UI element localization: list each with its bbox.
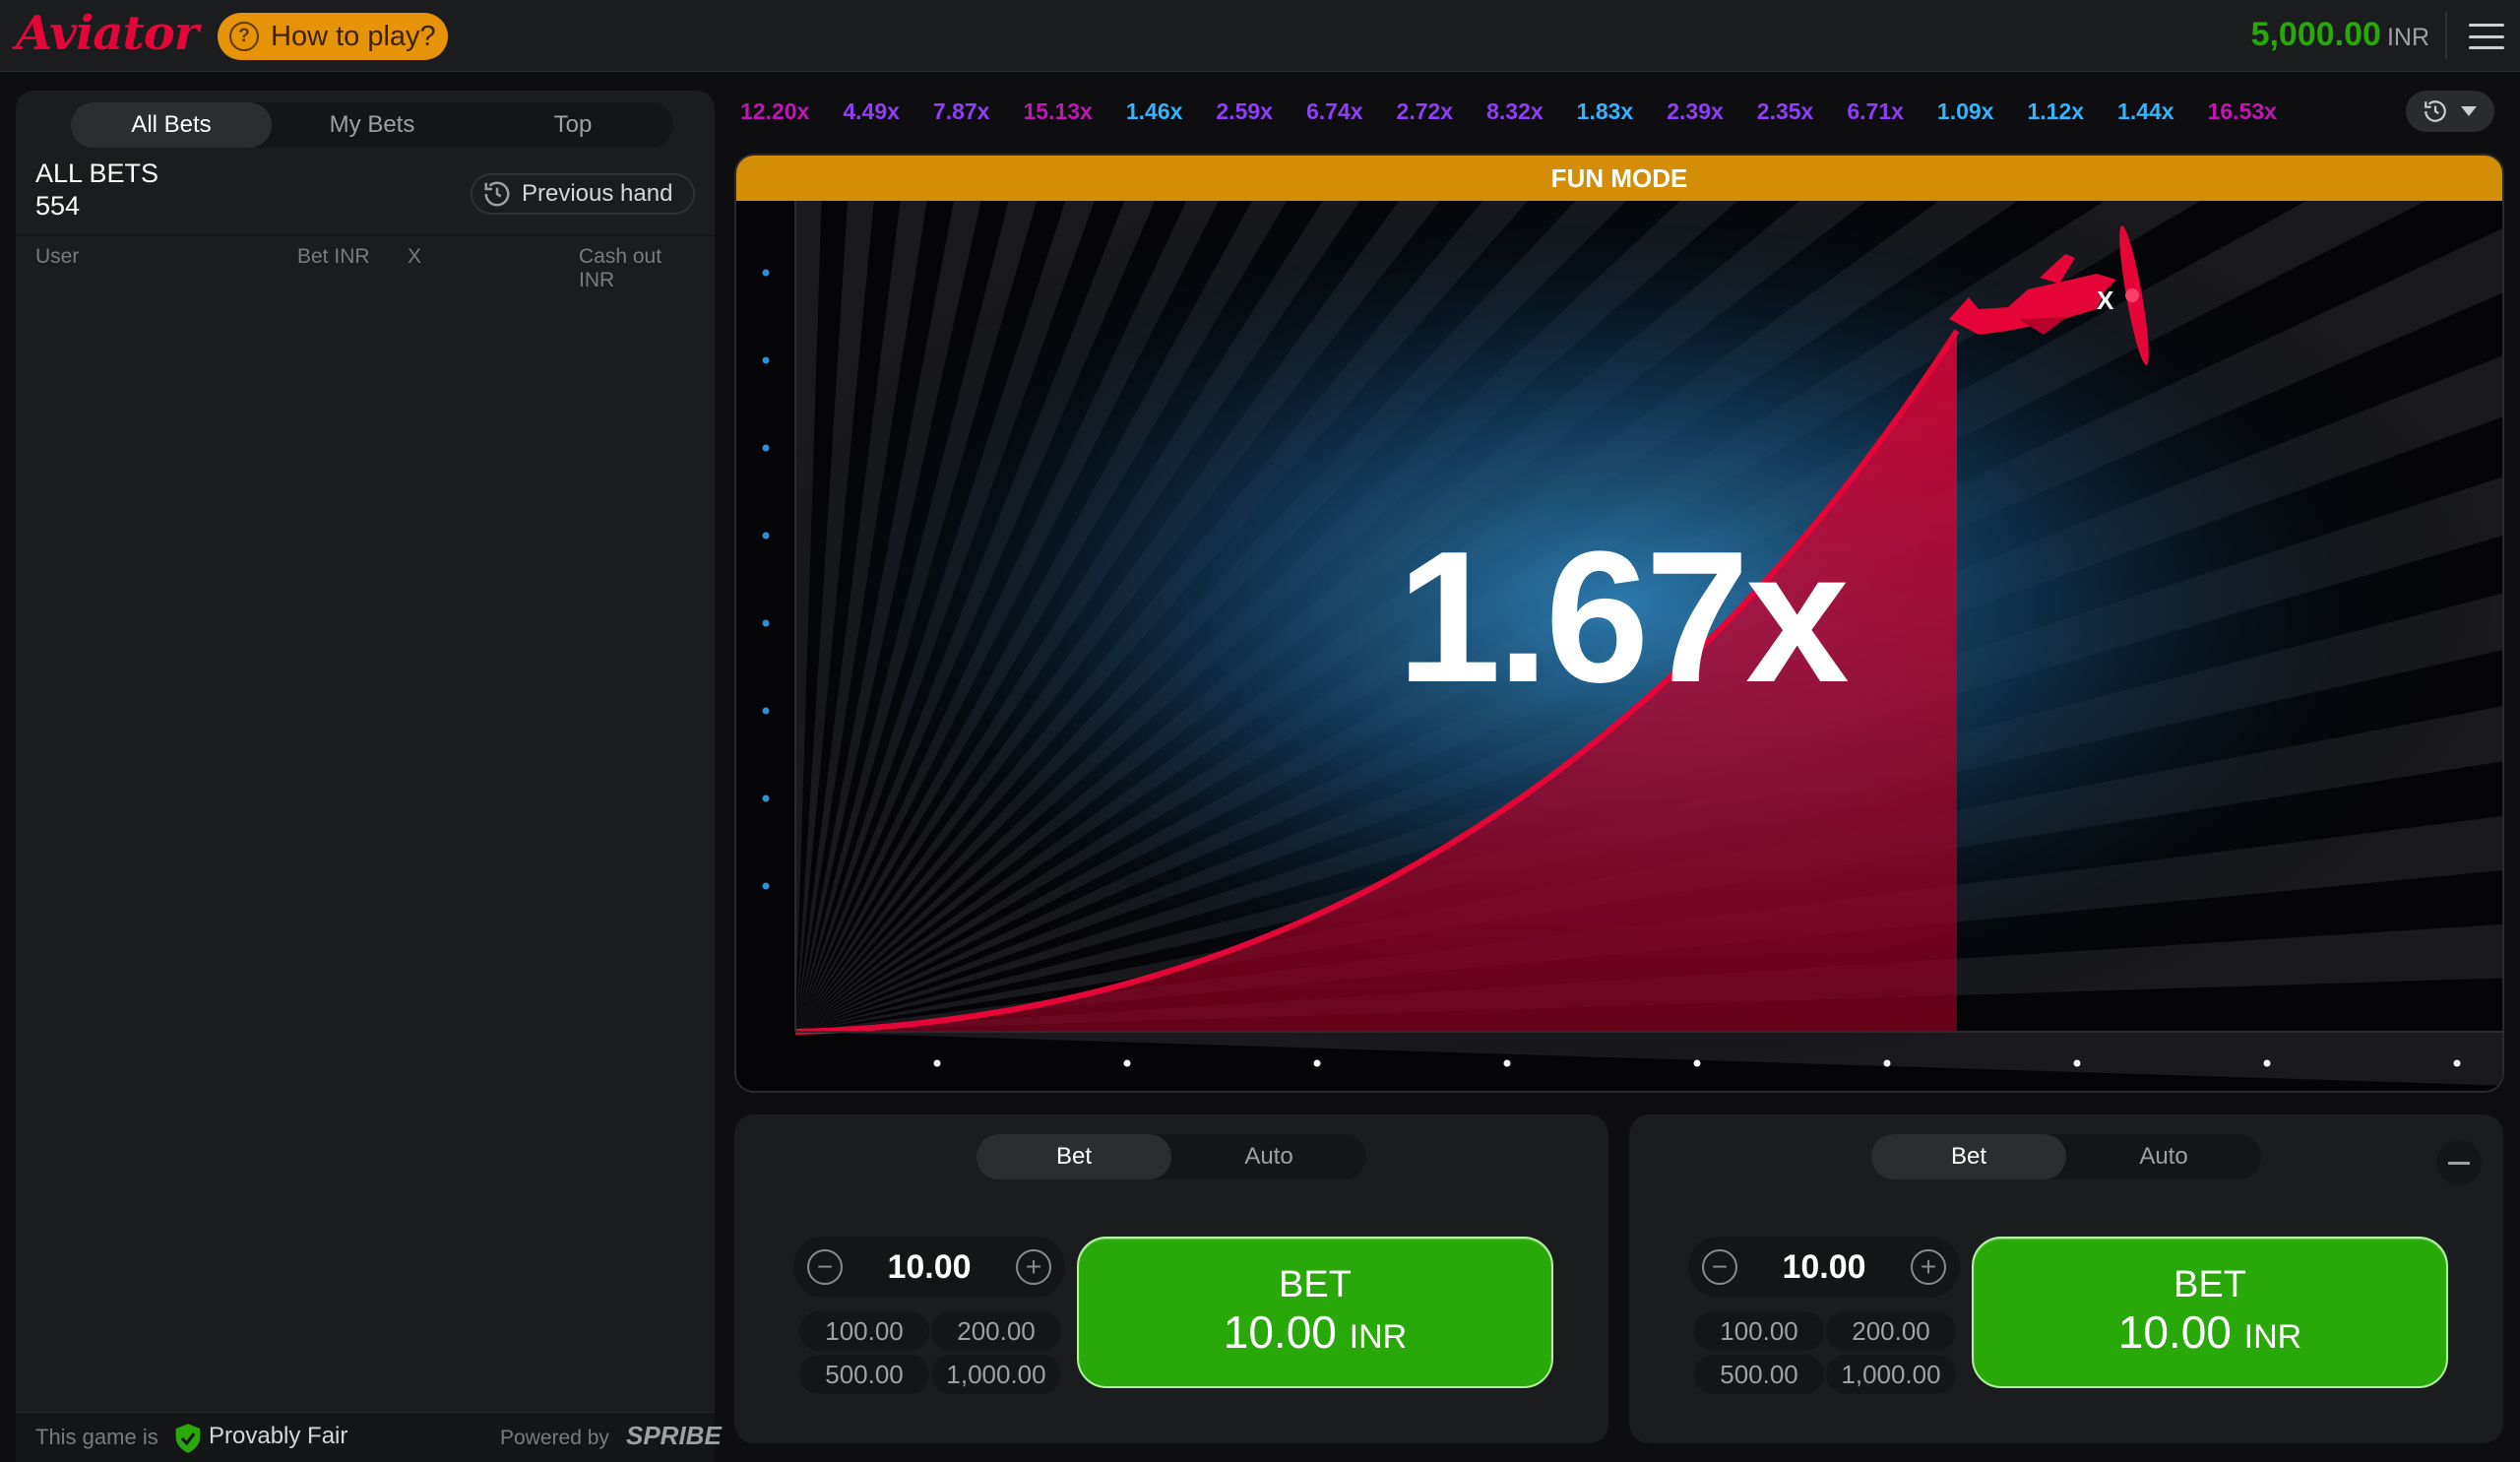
col-cashout: Cash out INR (579, 245, 662, 291)
columns-divider (16, 234, 715, 236)
bets-tabs: All Bets My Bets Top (71, 102, 673, 148)
bet-amount-stepper: − 10.00 + (1688, 1237, 1960, 1298)
provably-fair-footer: This game is Provably Fair Powered by SP… (16, 1412, 722, 1462)
history-multiplier[interactable]: 2.59x (1216, 98, 1273, 125)
svg-text:X: X (2097, 286, 2114, 315)
bet-button-label: BET (1279, 1263, 1352, 1305)
tab-top[interactable]: Top (472, 102, 673, 148)
bet-amount-value[interactable]: 10.00 (1782, 1248, 1865, 1287)
history-multiplier[interactable]: 16.53x (2208, 98, 2277, 125)
multiplier-history: 12.20x 4.49x 7.87x 15.13x 1.46x 2.59x 6.74x 2.7… (740, 89, 2394, 134)
bet-button-amount-line: 10.00 INR (2118, 1306, 2301, 1363)
previous-hand-label: Previous hand (522, 180, 673, 207)
tab-auto[interactable]: Auto (2066, 1134, 2261, 1179)
col-user: User (35, 245, 80, 268)
history-clock-icon (484, 181, 510, 207)
tab-my-bets[interactable]: My Bets (272, 102, 472, 148)
fun-mode-banner: FUN MODE (736, 156, 2502, 201)
history-multiplier[interactable]: 6.71x (1847, 98, 1904, 125)
this-game-is-text: This game is (35, 1425, 158, 1449)
bet-button-amount: 10.00 (2117, 1305, 2232, 1358)
all-bets-count: 554 (35, 191, 81, 221)
tab-bet[interactable]: Bet (976, 1134, 1171, 1179)
decrease-icon[interactable]: − (807, 1249, 843, 1285)
all-bets-title: ALL BETS (35, 159, 159, 188)
history-clock-icon (2425, 100, 2446, 122)
aviator-logo: Aviator (16, 6, 199, 61)
bet-button-currency: INR (2243, 1317, 2302, 1356)
tab-bet[interactable]: Bet (1871, 1134, 2066, 1179)
history-multiplier[interactable]: 1.46x (1126, 98, 1183, 125)
bet-amount-value[interactable]: 10.00 (887, 1248, 971, 1287)
bet-button-label: BET (2174, 1263, 2246, 1305)
place-bet-button[interactable]: BET 10.00 INR (1972, 1237, 2448, 1388)
history-multiplier[interactable]: 1.44x (2117, 98, 2174, 125)
how-to-play-label: How to play? (271, 20, 436, 52)
bet-button-amount-line: 10.00 INR (1224, 1306, 1407, 1363)
quick-amount-button[interactable]: 500.00 (1694, 1355, 1824, 1394)
remove-bet-panel-button[interactable] (2436, 1140, 2482, 1185)
fun-mode-label: FUN MODE (1550, 162, 1688, 193)
history-multiplier[interactable]: 8.32x (1486, 98, 1544, 125)
history-multiplier[interactable]: 2.39x (1667, 98, 1724, 125)
bets-panel: All Bets My Bets Top ALL BETS 554 Previo… (16, 91, 715, 1462)
question-icon: ? (229, 22, 259, 51)
balance-display: 5,000.00 INR (2251, 16, 2429, 54)
quick-amount-button[interactable]: 100.00 (799, 1311, 929, 1351)
all-bets-heading: ALL BETS 554 (35, 158, 158, 222)
quick-amount-button[interactable]: 1,000.00 (1826, 1355, 1956, 1394)
bet-button-amount: 10.00 (1223, 1305, 1337, 1358)
current-multiplier: 1.67x (1397, 513, 1849, 722)
top-header: Aviator ? How to play? 5,000.00 INR (0, 0, 2520, 72)
previous-hand-button[interactable]: Previous hand (471, 173, 695, 215)
tab-auto[interactable]: Auto (1171, 1134, 1366, 1179)
increase-icon[interactable]: + (1911, 1249, 1946, 1285)
history-multiplier[interactable]: 1.83x (1577, 98, 1634, 125)
history-multiplier[interactable]: 4.49x (843, 98, 900, 125)
col-x: X (408, 245, 422, 268)
quick-amount-button[interactable]: 100.00 (1694, 1311, 1824, 1351)
history-multiplier[interactable]: 2.72x (1397, 98, 1454, 125)
decrease-icon[interactable]: − (1702, 1249, 1737, 1285)
history-multiplier[interactable]: 12.20x (740, 98, 809, 125)
increase-icon[interactable]: + (1016, 1249, 1051, 1285)
shield-check-icon[interactable] (173, 1423, 203, 1454)
hamburger-menu-icon[interactable] (2469, 24, 2504, 49)
history-multiplier[interactable]: 15.13x (1023, 98, 1092, 125)
powered-by-text: Powered by (500, 1427, 609, 1449)
history-multiplier[interactable]: 7.87x (933, 98, 990, 125)
minus-icon (2448, 1161, 2470, 1165)
bet-panel-2-tabs: Bet Auto (1871, 1134, 2261, 1179)
bet-panel-1-tabs: Bet Auto (976, 1134, 1366, 1179)
quick-amount-button[interactable]: 200.00 (931, 1311, 1061, 1351)
history-multiplier[interactable]: 1.09x (1937, 98, 1994, 125)
bet-button-currency: INR (1349, 1317, 1408, 1356)
tab-all-bets[interactable]: All Bets (71, 102, 272, 148)
bets-table-header: User Bet INR X Cash out INR (35, 245, 695, 291)
history-multiplier[interactable]: 6.74x (1306, 98, 1363, 125)
quick-amount-button[interactable]: 200.00 (1826, 1311, 1956, 1351)
col-bet: Bet INR (297, 245, 370, 268)
bet-amount-stepper: − 10.00 + (793, 1237, 1065, 1298)
header-divider (2445, 12, 2447, 59)
game-stage: X FUN MODE 1.67x (734, 154, 2504, 1093)
provably-fair-link[interactable]: Provably Fair (209, 1423, 347, 1450)
bet-panel-1: Bet Auto − 10.00 + 100.00 200.00 500.00 … (734, 1114, 1608, 1443)
balance-currency: INR (2386, 24, 2429, 51)
place-bet-button[interactable]: BET 10.00 INR (1077, 1237, 1553, 1388)
quick-amount-button[interactable]: 1,000.00 (931, 1355, 1061, 1394)
history-multiplier[interactable]: 2.35x (1757, 98, 1814, 125)
balance-amount: 5,000.00 (2250, 16, 2381, 53)
history-multiplier[interactable]: 1.12x (2027, 98, 2084, 125)
spribe-logo: SPRIBE (626, 1421, 722, 1450)
bet-panel-2: Bet Auto − 10.00 + 100.00 200.00 500.00 … (1629, 1114, 2503, 1443)
history-toggle-button[interactable] (2406, 91, 2494, 132)
chevron-down-icon (2461, 106, 2477, 116)
how-to-play-button[interactable]: ? How to play? (218, 13, 448, 60)
quick-amount-button[interactable]: 500.00 (799, 1355, 929, 1394)
